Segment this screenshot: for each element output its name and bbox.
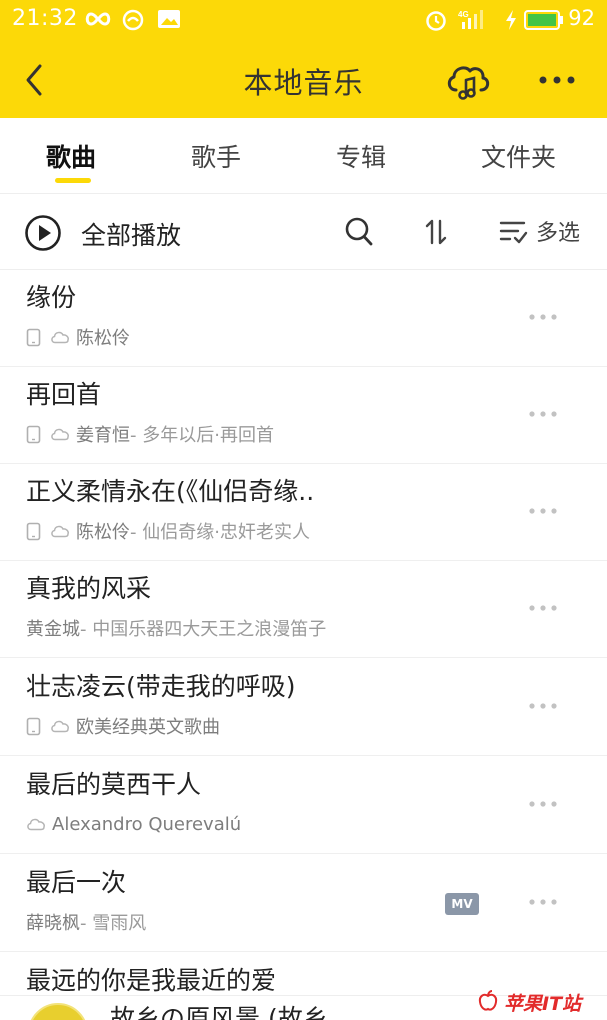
search-button[interactable] (344, 216, 374, 248)
song-row[interactable]: 壮志凌云(带走我的呼吸) 欧美经典英文歌曲 (0, 659, 607, 756)
header-more-button[interactable] (535, 66, 579, 94)
song-album: - 雪雨风 (80, 913, 147, 934)
song-row[interactable]: 再回首 姜育恒 - 多年以后·再回首 (0, 367, 607, 464)
multi-select-icon (499, 221, 528, 244)
battery-icon (524, 10, 563, 30)
apple-logo-icon (478, 990, 498, 1011)
action-bar: 全部播放 多选 (0, 195, 607, 270)
sort-button[interactable] (423, 216, 449, 248)
more-dots-icon (529, 899, 557, 905)
song-more-button[interactable] (525, 407, 561, 421)
play-all-label: 全部播放 (81, 221, 182, 250)
song-album: - 中国乐器四大天王之浪漫笛子 (80, 619, 327, 640)
song-subtitle: 欧美经典英文歌曲 (26, 714, 220, 738)
song-subtitle: 黄金城 - 中国乐器四大天王之浪漫笛子 (26, 616, 326, 640)
song-album: - 仙侣奇缘·忠奸老实人 (130, 522, 310, 543)
song-title: 正义柔情永在(《仙侣奇缘.. (26, 477, 315, 506)
local-file-icon (26, 328, 41, 346)
more-dots-icon (529, 703, 557, 709)
song-row[interactable]: 正义柔情永在(《仙侣奇缘.. 陈松伶 - 仙侣奇缘·忠奸老实人 (0, 464, 607, 561)
more-dots-icon (529, 801, 557, 807)
watermark: 苹果IT站 (476, 987, 607, 1017)
circle-app-icon (122, 9, 144, 31)
cloud-icon (51, 331, 69, 344)
more-dots-icon (529, 411, 557, 417)
network-label: 4G (458, 10, 469, 19)
song-subtitle: 陈松伶 - 仙侣奇缘·忠奸老实人 (26, 519, 310, 543)
song-more-button[interactable] (525, 699, 561, 713)
app-header: 本地音乐 (0, 38, 607, 118)
cloud-icon (51, 428, 69, 441)
multi-select-label: 多选 (536, 221, 581, 246)
watermark-text: 苹果IT站 (504, 993, 582, 1015)
status-time: 21:32 (12, 6, 78, 31)
mv-badge[interactable]: MV (445, 893, 479, 915)
song-subtitle: 姜育恒 - 多年以后·再回首 (26, 422, 274, 446)
cloud-icon (51, 525, 69, 538)
song-list: 缘份 陈松伶 再回首 姜育恒 - 多年以后·再回首 正义柔情永在(《仙侣奇缘..… (0, 270, 607, 1020)
charging-icon (506, 10, 516, 30)
more-dots-icon (529, 314, 557, 320)
song-artist: 陈松伶 (76, 328, 130, 349)
multi-select-button[interactable]: 多选 (498, 213, 588, 249)
cloud-icon (27, 818, 45, 831)
tab-folders[interactable]: 文件夹 (481, 138, 556, 174)
status-bar: 21:32 4G 92 (0, 0, 607, 38)
song-row[interactable]: 最后的莫西干人 Alexandro Querevalú (0, 757, 607, 854)
local-file-icon (26, 717, 41, 735)
album-cover (28, 1003, 88, 1020)
song-artist: Alexandro Querevalú (52, 813, 242, 835)
tab-songs[interactable]: 歌曲 (46, 138, 96, 174)
cloud-music-button[interactable] (444, 58, 492, 102)
more-dots-icon (539, 76, 575, 84)
song-album: - 多年以后·再回首 (130, 425, 274, 446)
page-title: 本地音乐 (243, 66, 364, 100)
song-row[interactable]: 缘份 陈松伶 (0, 270, 607, 367)
play-all-button[interactable]: 全部播放 (24, 213, 204, 253)
song-artist: 黄金城 (26, 619, 80, 640)
song-more-button[interactable] (525, 797, 561, 811)
play-circle-icon (25, 215, 61, 251)
song-artist: 姜育恒 (76, 425, 130, 446)
search-icon (345, 217, 373, 246)
infinity-icon (85, 12, 111, 26)
song-title: 壮志凌云(带走我的呼吸) (26, 672, 296, 701)
cloud-icon (51, 720, 69, 733)
alarm-icon (426, 11, 446, 31)
image-icon (158, 10, 180, 28)
song-title: 缘份 (26, 283, 77, 312)
active-tab-indicator (55, 178, 91, 183)
song-artist: 欧美经典英文歌曲 (76, 717, 220, 738)
song-artist: 薛晓枫 (26, 913, 80, 934)
song-more-button[interactable] (525, 310, 561, 324)
song-row[interactable]: 最后一次 薛晓枫 - 雪雨风 MV (0, 855, 607, 952)
song-title: 最后一次 (26, 868, 127, 897)
now-playing-title: 故乡の原风景 (故乡 (110, 1004, 328, 1020)
cloud-music-icon (447, 66, 490, 100)
song-title: 最后的莫西干人 (26, 770, 202, 799)
signal-icon: 4G (458, 10, 483, 29)
sort-icon (425, 219, 447, 245)
more-dots-icon (529, 508, 557, 514)
song-artist: 陈松伶 (76, 522, 130, 543)
tab-artists[interactable]: 歌手 (191, 138, 241, 174)
song-title: 再回首 (26, 380, 102, 409)
tab-bar: 歌曲 歌手 专辑 文件夹 (0, 118, 607, 194)
song-title: 最远的你是我最近的爱 (26, 966, 277, 995)
more-dots-icon (529, 605, 557, 611)
tab-albums[interactable]: 专辑 (336, 138, 386, 174)
battery-percent: 92 (568, 6, 595, 30)
song-more-button[interactable] (525, 601, 561, 615)
song-subtitle: Alexandro Querevalú (26, 812, 241, 836)
song-row[interactable]: 真我的风采 黄金城 - 中国乐器四大天王之浪漫笛子 (0, 561, 607, 658)
song-more-button[interactable] (525, 504, 561, 518)
song-subtitle: 陈松伶 (26, 325, 130, 349)
local-file-icon (26, 425, 41, 443)
song-subtitle: 薛晓枫 - 雪雨风 (26, 910, 146, 934)
song-more-button[interactable] (525, 895, 561, 909)
song-title: 真我的风采 (26, 574, 152, 603)
local-file-icon (26, 522, 41, 540)
